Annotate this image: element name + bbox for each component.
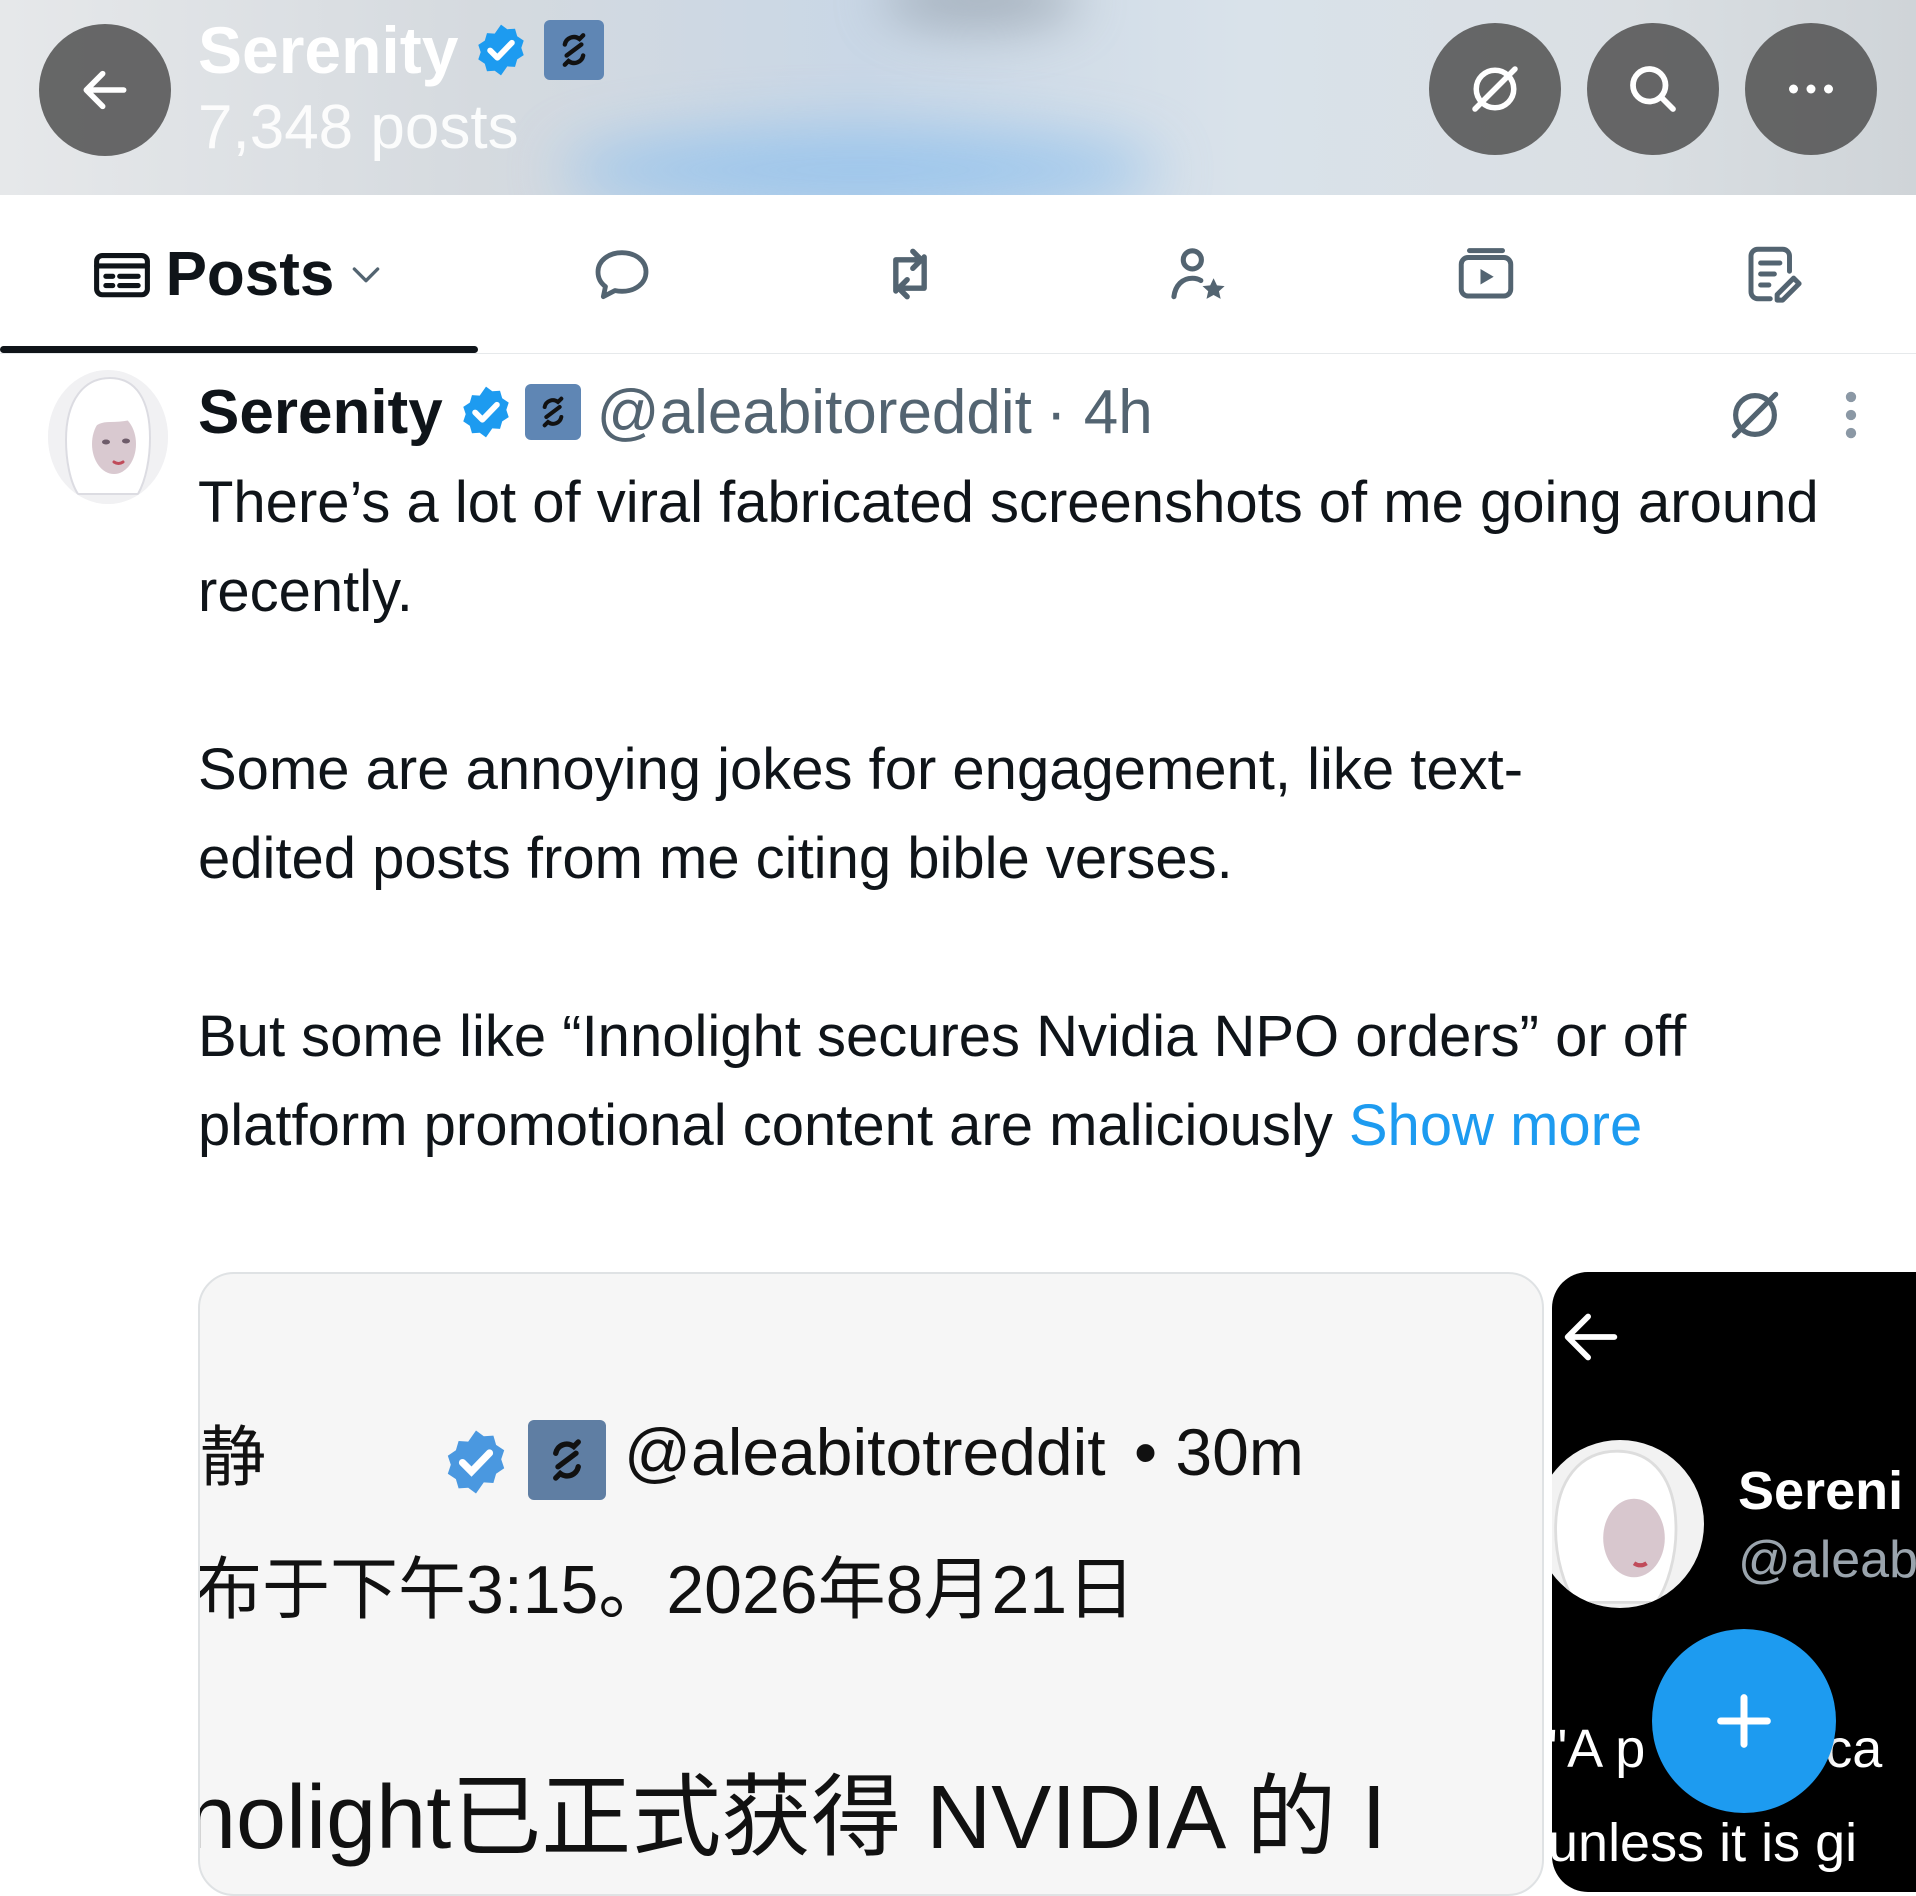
image-handle: @aleabitotreddit [624,1415,1106,1489]
affiliate-badge-icon [524,384,581,440]
active-tab-indicator [0,346,478,353]
profile-tabs: Posts [0,195,1916,354]
search-icon [1630,66,1676,112]
avatar[interactable] [48,370,168,504]
posts-count: 7,348 posts [198,93,519,162]
reply-bubble-icon [595,250,649,300]
header-title-row: Serenity [198,12,605,88]
header-banner-blur [880,0,1080,30]
plus-icon [1717,1694,1771,1748]
more-options-button[interactable] [1745,23,1877,155]
post-paragraph: But some like “Innolight secures Nvidia … [198,992,1878,1170]
arrow-left-icon [1564,1313,1618,1361]
post-more-button[interactable] [1836,384,1866,451]
post-author-handle[interactable]: @aleabitoreddit [597,377,1032,448]
tab-media[interactable] [1342,195,1630,353]
grok-button[interactable] [1429,23,1561,155]
image-handle-row: @aleabitotreddit • 30m [624,1414,1304,1490]
back-button[interactable] [39,24,171,156]
affiliate-badge-icon [544,20,605,80]
image-author-handle: @aleab [1738,1531,1916,1589]
tab-posts-label: Posts [165,239,335,309]
tab-highlights[interactable] [1054,195,1342,353]
article-edit-icon [1748,246,1802,303]
image-name-fragment: 静 [200,1420,266,1494]
person-star-icon [1171,248,1225,300]
ellipsis-icon [1789,84,1833,94]
post-paragraph: Some are annoying jokes for engagement, … [198,737,1524,891]
post-header: Serenity @aleabitoreddit · 4h [198,372,1153,452]
vertical-ellipsis-icon [1845,391,1857,439]
grok-icon [1472,66,1518,112]
post-body: There’s a lot of viral fabricated screen… [198,458,1878,1170]
verified-badge-icon [462,386,509,438]
image-text-line: unless it is gi [1552,1813,1858,1873]
image-verified-icon [447,1430,505,1494]
image-affiliate-icon [528,1420,606,1500]
tab-posts[interactable]: Posts [0,195,478,353]
post-media-image[interactable]: 静 @aleabitotreddit • 30m 布于下午3:15。2026年8… [198,1272,1544,1896]
verified-badge-icon [478,24,525,76]
grok-icon [1731,391,1779,439]
posts-tab-icon [93,252,150,298]
chevron-down-icon [353,267,380,283]
video-icon [1458,248,1514,299]
post-paragraph: There’s a lot of viral fabricated screen… [198,470,1819,624]
image-time: • 30m [1133,1415,1304,1489]
header-title: Serenity [198,13,459,87]
post-author-name[interactable]: Serenity [198,377,443,448]
repost-icon [893,248,927,300]
image-date-line: 布于下午3:15。2026年8月21日 [198,1552,1136,1628]
tab-articles[interactable] [1630,195,1916,353]
arrow-left-icon [83,70,127,110]
image-avatar [1552,1440,1704,1608]
show-more-link[interactable]: Show more [1349,1093,1642,1158]
header-banner-blur [560,130,1160,195]
search-button[interactable] [1587,23,1719,155]
post-timestamp[interactable]: · 4h [1046,377,1153,448]
compose-post-button[interactable] [1652,1629,1836,1813]
profile-header: Serenity 7,348 posts [0,0,1916,195]
tab-replies[interactable] [478,195,766,353]
post-grok-button[interactable] [1724,384,1786,451]
tab-reposts[interactable] [766,195,1054,353]
image-author-name: Sereni [1738,1461,1904,1521]
image-body-line: nolight已正式获得 NVIDIA 的 I [198,1768,1387,1868]
